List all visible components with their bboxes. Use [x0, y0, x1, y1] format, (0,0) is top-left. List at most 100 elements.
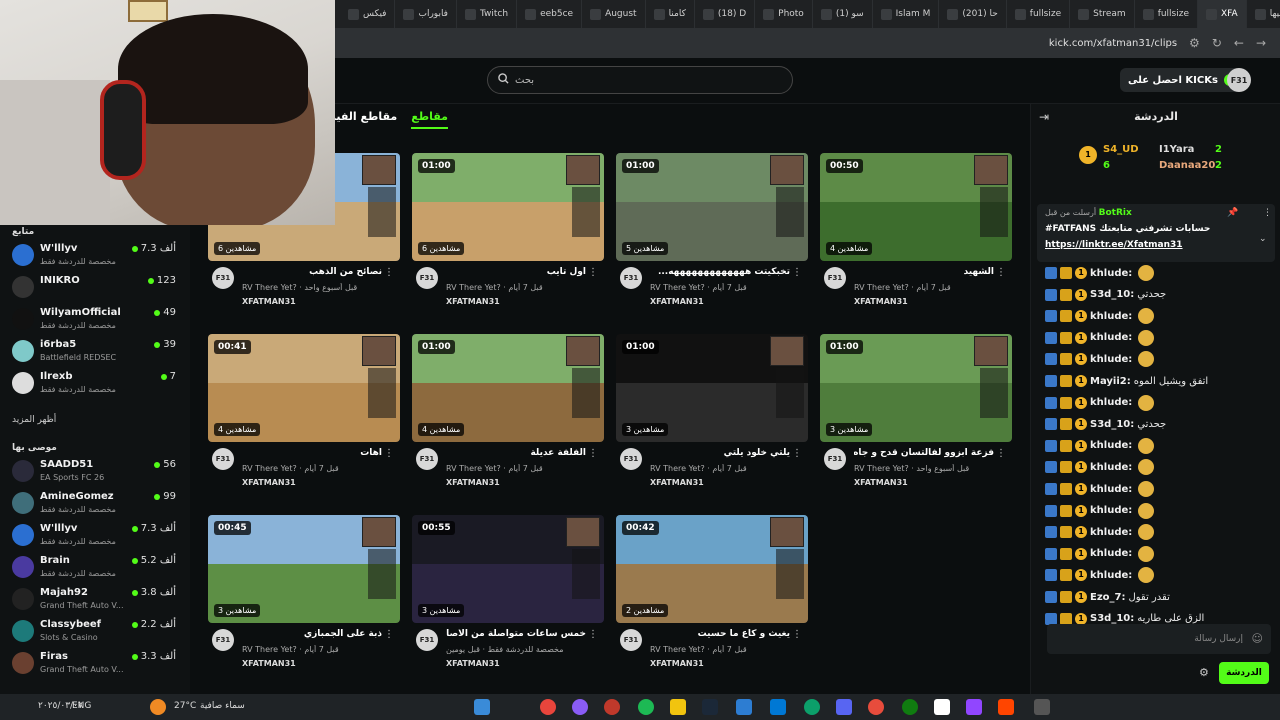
clip-channel[interactable]: XFATMAN31: [854, 297, 908, 306]
channel-avatar[interactable]: F31: [620, 629, 642, 651]
channel-avatar[interactable]: F31: [416, 267, 438, 289]
clip-channel[interactable]: XFATMAN31: [650, 297, 704, 306]
clip-channel[interactable]: XFATMAN31: [446, 478, 500, 487]
clip-title[interactable]: آهات: [242, 448, 382, 458]
clip-menu-icon[interactable]: ⋮: [792, 448, 802, 459]
clip-thumbnail[interactable]: 00:42 2 مشاهدين: [616, 515, 808, 623]
browser-tab[interactable]: كامنا: [646, 0, 695, 28]
user-avatar[interactable]: F31: [1227, 68, 1251, 92]
chat-username[interactable]: khlude:: [1090, 484, 1132, 495]
chat-username[interactable]: khlude:: [1090, 548, 1132, 559]
browser-tab[interactable]: August: [582, 0, 646, 28]
show-more-link[interactable]: أظهر المزيد: [12, 415, 56, 425]
recorder-icon[interactable]: [604, 699, 620, 715]
clip-thumbnail[interactable]: 00:55 3 مشاهدين: [412, 515, 604, 623]
steam-icon[interactable]: [702, 699, 718, 715]
chrome-icon[interactable]: [540, 699, 556, 715]
pin-icon[interactable]: 📌: [1227, 208, 1238, 218]
app4-icon[interactable]: [966, 699, 982, 715]
clip-menu-icon[interactable]: ⋮: [384, 448, 394, 459]
sidebar-channel[interactable]: SAADD51 EA Sports FC 26 56: [12, 457, 180, 487]
browser-tab[interactable]: Twitch: [457, 0, 518, 28]
chat-username[interactable]: S3d_10:: [1090, 289, 1134, 300]
clip-card[interactable]: 01:00 3 مشاهدين F31 فزعة ابزوو لفالتسان …: [820, 334, 1012, 494]
chat-send-button[interactable]: الدردشة: [1219, 662, 1269, 684]
clip-title[interactable]: خمس ساعات متواصلة من الاصامو...: [446, 629, 586, 639]
app3-icon[interactable]: [934, 699, 950, 715]
channel-avatar[interactable]: F31: [824, 448, 846, 470]
sidebar-channel[interactable]: WilyamOfficial مخصصة للدردشة فقط 49: [12, 305, 180, 335]
get-kicks-button[interactable]: احصل على KICKs K: [1120, 68, 1244, 92]
chat-username[interactable]: khlude:: [1090, 332, 1132, 343]
sidebar-channel[interactable]: W'lllyv مخصصة للدردشة فقط 7.3 ألف: [12, 521, 180, 551]
sidebar-channel[interactable]: Majah92 Grand Theft Auto V... 3.8 ألف: [12, 585, 180, 615]
browser-tab[interactable]: التنبيها: [1247, 0, 1280, 28]
clip-channel[interactable]: XFATMAN31: [242, 297, 296, 306]
tab-clips[interactable]: مقاطع: [411, 110, 448, 129]
channel-avatar[interactable]: F31: [416, 629, 438, 651]
clip-thumbnail[interactable]: 01:00 3 مشاهدين: [616, 334, 808, 442]
app5-icon[interactable]: [998, 699, 1014, 715]
expand-chevron-icon[interactable]: ⌄: [1259, 234, 1267, 244]
chat-username[interactable]: khlude:: [1090, 354, 1132, 365]
channel-avatar[interactable]: F31: [416, 448, 438, 470]
clip-card[interactable]: 00:41 4 مشاهدين F31 آهات ⋮ RV There Yet?…: [208, 334, 400, 494]
start-icon[interactable]: [474, 699, 490, 715]
clip-thumbnail[interactable]: 01:00 4 مشاهدين: [412, 334, 604, 442]
clip-channel[interactable]: XFATMAN31: [650, 659, 704, 668]
clip-channel[interactable]: XFATMAN31: [650, 478, 704, 487]
clip-card[interactable]: 00:42 2 مشاهدين F31 يغيث و كاع ما حسيت ⋮…: [616, 515, 808, 675]
clip-game[interactable]: RV There Yet?: [650, 283, 705, 292]
clip-card[interactable]: 01:00 6 مشاهدين F31 اول تايب ⋮ RV There …: [412, 153, 604, 313]
clip-menu-icon[interactable]: ⋮: [792, 629, 802, 640]
clip-title[interactable]: ذبة على الجمبازي: [242, 629, 382, 639]
clip-card[interactable]: 01:00 5 مشاهدين F31 تخبكيتت هههههههههههه…: [616, 153, 808, 313]
clip-card[interactable]: 00:45 3 مشاهدين F31 ذبة على الجمبازي ⋮ R…: [208, 515, 400, 675]
chat-username[interactable]: khlude:: [1090, 268, 1132, 279]
clip-thumbnail[interactable]: 00:45 3 مشاهدين: [208, 515, 400, 623]
pinned-link[interactable]: https://linktr.ee/Xfatman31: [1045, 240, 1183, 250]
clip-game[interactable]: مخصصة للدردشة فقط: [488, 645, 564, 654]
clip-title[interactable]: فزعة ابزوو لفالتسان قدح و جاه ال...: [854, 448, 994, 458]
clip-thumbnail[interactable]: 01:00 5 مشاهدين: [616, 153, 808, 261]
more-options-icon[interactable]: ⋮: [1263, 208, 1272, 218]
browser-tab[interactable]: Islam M: [873, 0, 940, 28]
channel-avatar[interactable]: F31: [212, 448, 234, 470]
browser-tab[interactable]: (201) حا: [939, 0, 1007, 28]
clip-thumbnail[interactable]: 01:00 3 مشاهدين: [820, 334, 1012, 442]
clip-menu-icon[interactable]: ⋮: [588, 448, 598, 459]
clip-menu-icon[interactable]: ⋮: [384, 629, 394, 640]
browser-tab[interactable]: فابوراب: [395, 0, 457, 28]
search-input[interactable]: بحث: [487, 66, 793, 94]
emoji-icon[interactable]: ☺: [1252, 632, 1263, 645]
chat-username[interactable]: khlude:: [1090, 397, 1132, 408]
taskbar-language[interactable]: ENG: [72, 701, 91, 711]
edge-icon[interactable]: [804, 699, 820, 715]
clip-thumbnail[interactable]: 00:41 4 مشاهدين: [208, 334, 400, 442]
chat-settings-icon[interactable]: ⚙: [1199, 666, 1209, 679]
channel-avatar[interactable]: F31: [824, 267, 846, 289]
chat-username[interactable]: Mayii2:: [1090, 376, 1131, 387]
clip-thumbnail[interactable]: 01:00 6 مشاهدين: [412, 153, 604, 261]
clip-menu-icon[interactable]: ⋮: [588, 629, 598, 640]
sidebar-channel[interactable]: Ilrexb مخصصة للدردشة فقط 7: [12, 369, 180, 399]
clip-game[interactable]: RV There Yet?: [446, 283, 501, 292]
app2-icon[interactable]: [868, 699, 884, 715]
browser-tab[interactable]: Photo: [755, 0, 813, 28]
chat-username[interactable]: khlude:: [1090, 440, 1132, 451]
clip-channel[interactable]: XFATMAN31: [446, 297, 500, 306]
clip-title[interactable]: نصائح من الذهب: [242, 267, 382, 277]
chat-username[interactable]: Ezo_7:: [1090, 592, 1125, 603]
clip-game[interactable]: RV There Yet?: [650, 464, 705, 473]
sidebar-channel[interactable]: AmineGomez مخصصة للدردشة فقط 99: [12, 489, 180, 519]
channel-avatar[interactable]: F31: [620, 448, 642, 470]
channel-avatar[interactable]: F31: [212, 267, 234, 289]
clip-channel[interactable]: XFATMAN31: [242, 478, 296, 487]
sidebar-channel[interactable]: W'lllyv مخصصة للدردشة فقط 7.3 ألف: [12, 241, 180, 271]
app-icon[interactable]: [572, 699, 588, 715]
clip-game[interactable]: RV There Yet?: [242, 464, 297, 473]
folder-icon[interactable]: [670, 699, 686, 715]
browser-tab[interactable]: fullsize: [1135, 0, 1199, 28]
back-icon[interactable]: ←: [1234, 36, 1244, 50]
clip-menu-icon[interactable]: ⋮: [384, 267, 394, 278]
